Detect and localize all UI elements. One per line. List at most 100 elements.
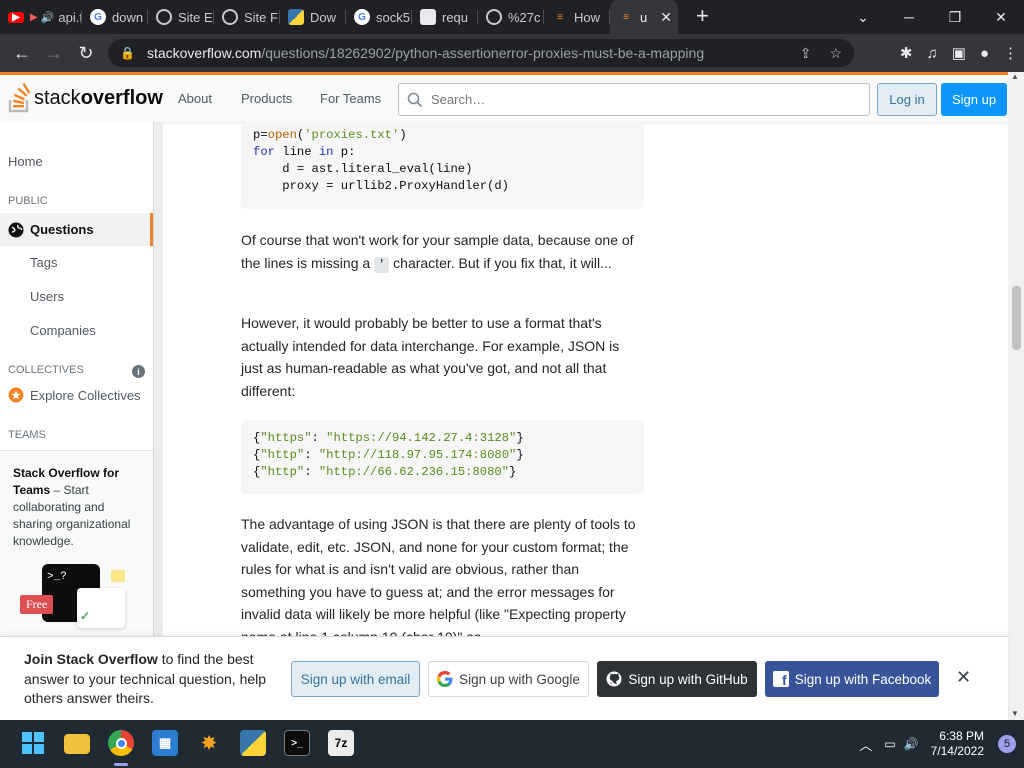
notification-badge[interactable]: 5 (998, 735, 1016, 753)
browser-tab[interactable]: ▶ ▶ 🔊 api.te (0, 0, 82, 34)
app-star-icon[interactable]: ✸ (196, 730, 222, 756)
chrome-icon[interactable] (108, 730, 134, 756)
sidebar-item-questions[interactable]: Questions (0, 213, 153, 246)
sidebar-section-collectives: COLLECTIVES (8, 364, 84, 376)
browser-tab[interactable]: Site E (148, 0, 214, 34)
browser-tab-active[interactable]: ≡ u ✕ (610, 0, 678, 34)
close-icon[interactable]: ✕ (956, 667, 971, 688)
stackoverflow-logo[interactable]: stack overflow (8, 83, 163, 113)
tab-label: api.te (58, 9, 82, 25)
tab-label: Site F (244, 9, 278, 25)
close-window-icon[interactable]: ✕ (978, 9, 1024, 26)
terminal-icon[interactable]: >_ (284, 730, 310, 756)
share-icon[interactable]: ⇪ (800, 45, 812, 62)
address-bar[interactable]: 🔒 stackoverflow.com /questions/18262902/… (108, 39, 854, 67)
code-text: "https" (260, 431, 312, 445)
tab-label: down (112, 9, 144, 25)
volume-icon[interactable]: 🔊 (904, 737, 919, 751)
browser-tab[interactable]: ≡ How (544, 0, 610, 34)
youtube-icon: ▶ (30, 11, 38, 23)
system-tray: ︿ ▭ 🔊 6:38 PM 7/14/2022 5 (859, 720, 1016, 768)
tab-label: Dow (310, 9, 337, 25)
stackoverflow-icon: ≡ (623, 11, 629, 23)
menu-icon[interactable]: ⋮ (1003, 44, 1018, 62)
teams-illustration: >_? ✓ Free (13, 564, 141, 636)
browser-tab[interactable]: Site F (214, 0, 280, 34)
signup-button[interactable]: Sign up (941, 83, 1007, 116)
windows-start-icon[interactable] (20, 730, 46, 756)
signup-google-button[interactable]: Sign up with Google (428, 661, 589, 697)
windows-logo-icon (22, 732, 44, 754)
sidebar-scrollbar[interactable] (153, 122, 163, 636)
7zip-icon[interactable]: 7z (328, 730, 354, 756)
code-block: p=open('proxies.txt') for line in p: d =… (241, 122, 644, 209)
back-icon[interactable]: ← (6, 43, 38, 64)
file-explorer-icon[interactable] (64, 734, 90, 754)
chevron-up-icon[interactable]: ︿ (859, 735, 872, 754)
bookmark-star-icon[interactable]: ☆ (829, 45, 842, 62)
sidebar-item-tags[interactable]: Tags (30, 255, 57, 270)
side-panel-icon[interactable]: ▣ (952, 44, 966, 62)
reload-icon[interactable]: ↻ (70, 43, 102, 64)
tab-label: How (574, 9, 601, 25)
extensions-icon[interactable]: ✱ (900, 44, 913, 62)
tab-search-icon[interactable]: ⌄ (840, 9, 886, 26)
collectives-icon (8, 387, 24, 403)
restore-icon[interactable]: ❐ (932, 9, 978, 26)
code-text: proxy = urllib2.ProxyHandler(d) (253, 179, 509, 193)
sidebar-item-users[interactable]: Users (30, 289, 64, 304)
store-icon[interactable]: ▦ (152, 730, 178, 756)
browser-tab-strip: ▶ ▶ 🔊 api.te G down Site E Site F Dow G … (0, 0, 1024, 34)
youtube-icon: ▶ (8, 11, 24, 23)
stackoverflow-logo-icon (8, 83, 30, 113)
code-text: p= (253, 128, 268, 142)
nav-products[interactable]: Products (241, 91, 292, 106)
profile-icon[interactable]: ● (980, 45, 989, 62)
search-input[interactable] (431, 92, 851, 107)
google-icon: G (354, 9, 370, 25)
sidebar-item-explore-collectives[interactable]: Explore Collectives (30, 388, 141, 403)
close-tab-icon[interactable]: ✕ (660, 9, 672, 26)
browser-tab[interactable]: G down (82, 0, 148, 34)
browser-tab[interactable]: %27c (478, 0, 544, 34)
code-text: "http://118.97.95.174:8080" (318, 448, 517, 462)
forward-icon[interactable]: → (38, 43, 70, 64)
button-label: Sign up with GitHub (628, 671, 748, 687)
info-icon[interactable]: i (132, 365, 145, 378)
sidebar-section-teams: TEAMS (8, 429, 46, 441)
scroll-up-icon[interactable]: ▲ (1011, 72, 1019, 81)
new-tab-icon[interactable]: + (696, 3, 709, 29)
code-text: ) (399, 128, 407, 142)
scroll-down-icon[interactable]: ▼ (1011, 709, 1019, 718)
browser-tab[interactable]: requ (412, 0, 478, 34)
browser-tab[interactable]: Dow (280, 0, 346, 34)
globe-icon (486, 9, 502, 25)
answer-paragraph: Of course that won't work for your sampl… (241, 229, 641, 276)
sidebar-item-home[interactable]: Home (8, 154, 43, 169)
teams-promo: Stack Overflow for Teams – Start collabo… (0, 450, 153, 636)
sidebar-item-companies[interactable]: Companies (30, 323, 96, 338)
nav-for-teams[interactable]: For Teams (320, 91, 381, 106)
answer-paragraph: However, it would probably be better to … (241, 315, 620, 399)
signup-facebook-button[interactable]: f Sign up with Facebook (765, 661, 939, 697)
speaker-icon: 🔊 (40, 11, 55, 24)
json-code-block: {"https": "https://94.142.27.4:3128"} {"… (241, 420, 644, 494)
login-button[interactable]: Log in (877, 83, 937, 116)
browser-toolbar: ← → ↻ 🔒 stackoverflow.com /questions/182… (0, 34, 1024, 72)
scrollbar-thumb[interactable] (1012, 286, 1021, 350)
button-label: Sign up with email (300, 671, 411, 687)
network-icon[interactable]: ▭ (884, 737, 895, 751)
page-scrollbar[interactable]: ▲ ▼ (1008, 72, 1024, 720)
media-control-icon[interactable]: ♫ (927, 45, 938, 62)
clock[interactable]: 6:38 PM 7/14/2022 (931, 729, 984, 759)
signup-github-button[interactable]: Sign up with GitHub (597, 661, 757, 697)
search-icon (407, 92, 423, 107)
minimize-icon[interactable]: ─ (886, 9, 932, 25)
python-file-icon[interactable] (240, 730, 266, 756)
nav-about[interactable]: About (178, 91, 212, 106)
globe-icon (8, 222, 24, 237)
code-text: for (253, 145, 275, 159)
banner-message: Join Stack Overflow to find the best ans… (24, 650, 284, 709)
browser-tab[interactable]: G sock5 (346, 0, 412, 34)
signup-email-button[interactable]: Sign up with email (291, 661, 420, 697)
